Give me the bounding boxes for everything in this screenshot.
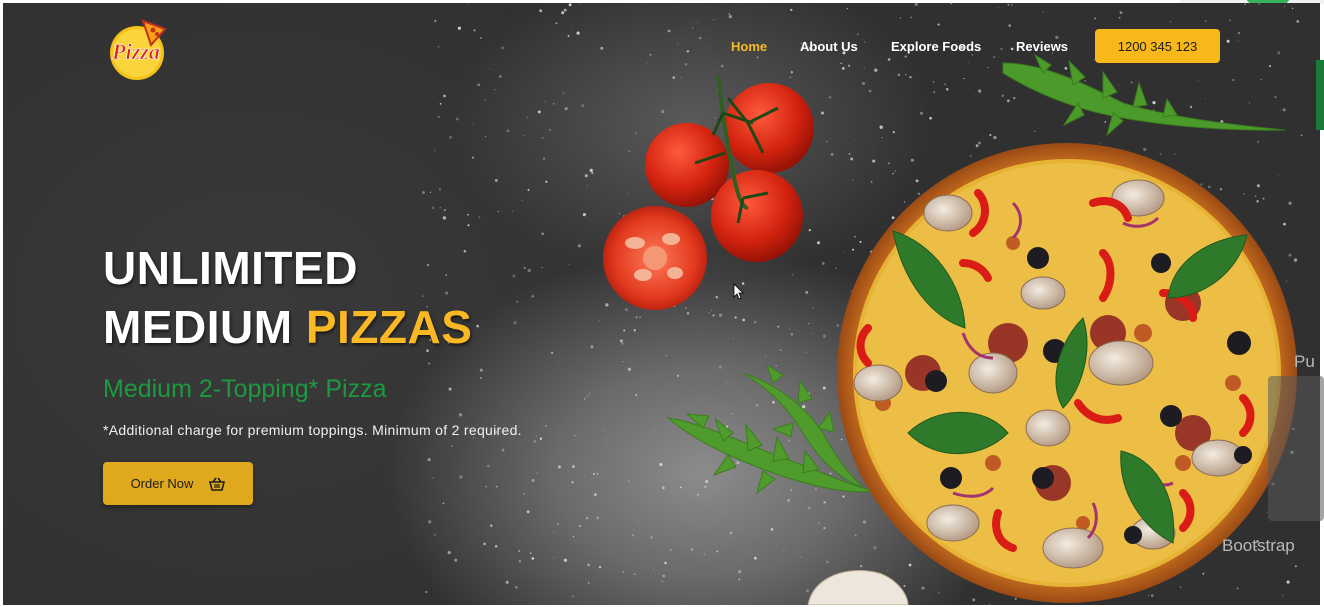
headline-accent: PIZZAS: [305, 301, 473, 353]
headline-line2-white: MEDIUM: [103, 301, 293, 353]
hero-section: Pizza Home About Us Explore Foods Review…: [3, 3, 1320, 605]
headline-line1: UNLIMITED: [103, 242, 358, 294]
basket-icon: [209, 477, 226, 491]
nav-explore-foods[interactable]: Explore Foods: [891, 39, 981, 54]
mouse-cursor: [733, 283, 744, 300]
scrollbar-accent: [1316, 60, 1324, 130]
tomatoes: [603, 74, 814, 310]
ghost-partial-text: Pu: [1294, 352, 1315, 371]
order-now-label: Order Now: [130, 476, 194, 491]
pizza: [837, 143, 1297, 603]
phone-button[interactable]: 1200 345 123: [1095, 29, 1220, 63]
arugula-top: [1002, 53, 1286, 137]
nav-home[interactable]: Home: [731, 39, 767, 54]
hero-headline: UNLIMITED MEDIUM PIZZAS: [103, 239, 472, 357]
nav-about-us[interactable]: About Us: [800, 39, 858, 54]
mushroom-bottom: [807, 569, 909, 605]
hero-subheading: Medium 2-Topping* Pizza: [103, 375, 387, 403]
page: Pizza Home About Us Explore Foods Review…: [0, 0, 1324, 607]
hero-note: *Additional charge for premium toppings.…: [103, 422, 522, 438]
ghost-bootstrap-text: Bootstrap: [1222, 536, 1295, 555]
nav-reviews[interactable]: Reviews: [1016, 39, 1068, 54]
order-now-button[interactable]: Order Now: [103, 462, 253, 505]
ghost-panel: [1268, 376, 1324, 521]
